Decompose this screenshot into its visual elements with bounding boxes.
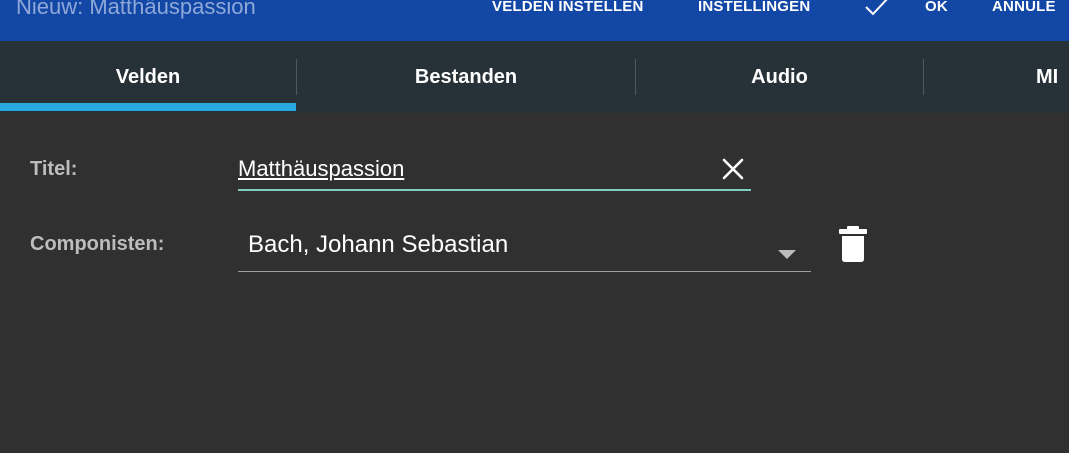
close-icon[interactable] — [718, 154, 748, 184]
tab-bestanden[interactable]: Bestanden — [297, 41, 635, 113]
title-label: Titel: — [30, 158, 78, 180]
tab-divider — [923, 59, 924, 95]
instellingen-button[interactable]: INSTELLINGEN — [698, 0, 810, 19]
composer-select[interactable]: Bach, Johann Sebastian — [248, 228, 768, 262]
composer-select-underline — [238, 271, 811, 272]
composers-label: Componisten: — [30, 233, 165, 255]
trash-icon[interactable] — [836, 224, 870, 264]
ok-button[interactable]: OK — [925, 0, 948, 19]
check-icon[interactable] — [864, 0, 890, 18]
title-input-underline — [238, 189, 751, 191]
app-bar-title: Nieuw: Matthäuspassion — [16, 0, 256, 19]
app-window: Nieuw: Matthäuspassion VELDEN INSTELLEN … — [0, 0, 1069, 453]
tab-selected-indicator — [0, 103, 296, 111]
velden-instellen-button[interactable]: VELDEN INSTELLEN — [492, 0, 644, 19]
tab-audio[interactable]: Audio — [636, 41, 923, 113]
annuleren-button[interactable]: ANNULE — [992, 0, 1056, 19]
app-bar: Nieuw: Matthäuspassion VELDEN INSTELLEN … — [0, 0, 1069, 41]
tab-midi[interactable]: MI — [1036, 41, 1069, 113]
dropdown-arrow-icon[interactable] — [776, 248, 798, 260]
title-input[interactable]: Matthäuspassion — [238, 152, 718, 186]
tab-bar: Velden Bestanden Audio MI — [0, 41, 1069, 113]
